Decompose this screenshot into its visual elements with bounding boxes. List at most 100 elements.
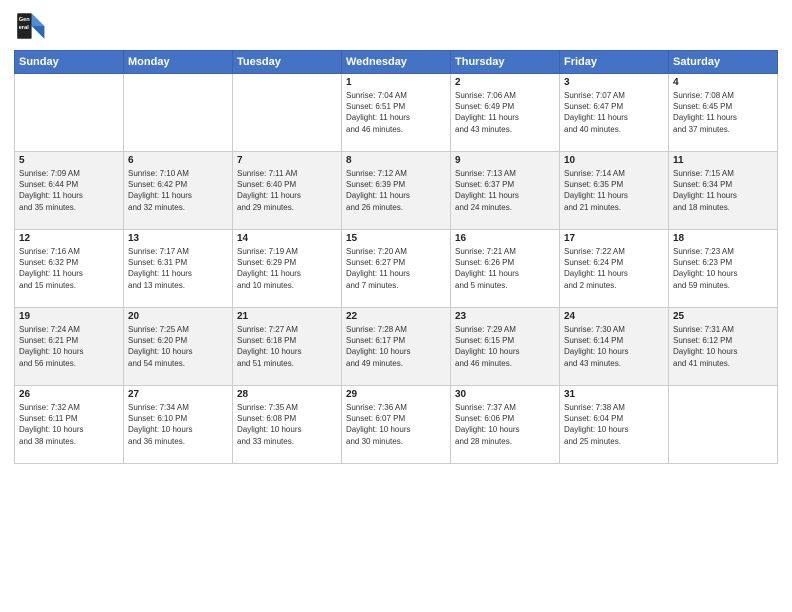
day-number: 5: [19, 155, 119, 166]
day-info: Sunrise: 7:22 AM Sunset: 6:24 PM Dayligh…: [564, 246, 664, 291]
day-info: Sunrise: 7:30 AM Sunset: 6:14 PM Dayligh…: [564, 324, 664, 369]
day-info: Sunrise: 7:28 AM Sunset: 6:17 PM Dayligh…: [346, 324, 446, 369]
day-number: 17: [564, 233, 664, 244]
day-cell: 26Sunrise: 7:32 AM Sunset: 6:11 PM Dayli…: [15, 386, 124, 464]
day-info: Sunrise: 7:11 AM Sunset: 6:40 PM Dayligh…: [237, 168, 337, 213]
day-cell: 8 Sunrise: 7:12 AM Sunset: 6:39 PM Daylig…: [342, 152, 451, 230]
day-cell: 21Sunrise: 7:27 AM Sunset: 6:18 PM Dayli…: [233, 308, 342, 386]
header-cell-tuesday: Tuesday: [233, 51, 342, 74]
day-info: Sunrise: 7:15 AM Sunset: 6:34 PM Dayligh…: [673, 168, 773, 213]
day-number: 22: [346, 311, 446, 322]
day-info: Sunrise: 7:29 AM Sunset: 6:15 PM Dayligh…: [455, 324, 555, 369]
week-row-1: 5 Sunrise: 7:09 AM Sunset: 6:44 PM Daylig…: [15, 152, 778, 230]
day-cell: 6Sunrise: 7:10 AM Sunset: 6:42 PM Daylig…: [124, 152, 233, 230]
week-row-0: 1 Sunrise: 7:04 AM Sunset: 6:51 PM Daylig…: [15, 74, 778, 152]
day-cell: 2 Sunrise: 7:06 AM Sunset: 6:49 PM Daylig…: [451, 74, 560, 152]
day-info: Sunrise: 7:16 AM Sunset: 6:32 PM Dayligh…: [19, 246, 119, 291]
day-cell: 18Sunrise: 7:23 AM Sunset: 6:23 PM Dayli…: [669, 230, 778, 308]
day-info: Sunrise: 7:31 AM Sunset: 6:12 PM Dayligh…: [673, 324, 773, 369]
week-row-4: 26Sunrise: 7:32 AM Sunset: 6:11 PM Dayli…: [15, 386, 778, 464]
day-cell: 7 Sunrise: 7:11 AM Sunset: 6:40 PM Daylig…: [233, 152, 342, 230]
day-cell: 15 Sunrise: 7:20 AM Sunset: 6:27 PM Dayli…: [342, 230, 451, 308]
day-cell: 9Sunrise: 7:13 AM Sunset: 6:37 PM Daylig…: [451, 152, 560, 230]
day-number: 19: [19, 311, 119, 322]
day-number: 12: [19, 233, 119, 244]
day-cell: 19 Sunrise: 7:24 AM Sunset: 6:21 PM Dayli…: [15, 308, 124, 386]
header-cell-monday: Monday: [124, 51, 233, 74]
day-number: 14: [237, 233, 337, 244]
day-info: Sunrise: 7:12 AM Sunset: 6:39 PM Dayligh…: [346, 168, 446, 213]
day-number: 29: [346, 389, 446, 400]
day-cell: 25 Sunrise: 7:31 AM Sunset: 6:12 PM Dayli…: [669, 308, 778, 386]
day-info: Sunrise: 7:14 AM Sunset: 6:35 PM Dayligh…: [564, 168, 664, 213]
calendar-body: 1 Sunrise: 7:04 AM Sunset: 6:51 PM Daylig…: [15, 74, 778, 464]
day-cell: 17 Sunrise: 7:22 AM Sunset: 6:24 PM Dayli…: [560, 230, 669, 308]
day-info: Sunrise: 7:38 AM Sunset: 6:04 PM Dayligh…: [564, 402, 664, 447]
day-cell: [669, 386, 778, 464]
day-number: 31: [564, 389, 664, 400]
day-info: Sunrise: 7:37 AM Sunset: 6:06 PM Dayligh…: [455, 402, 555, 447]
logo-icon: Gen eral: [14, 10, 46, 42]
day-info: Sunrise: 7:17 AM Sunset: 6:31 PM Dayligh…: [128, 246, 228, 291]
day-info: Sunrise: 7:06 AM Sunset: 6:49 PM Dayligh…: [455, 90, 555, 135]
day-cell: 4Sunrise: 7:08 AM Sunset: 6:45 PM Daylig…: [669, 74, 778, 152]
page: Gen eral SundayMondayTuesdayWednesdayThu…: [0, 0, 792, 612]
day-number: 11: [673, 155, 773, 166]
day-cell: 13Sunrise: 7:17 AM Sunset: 6:31 PM Dayli…: [124, 230, 233, 308]
day-info: Sunrise: 7:35 AM Sunset: 6:08 PM Dayligh…: [237, 402, 337, 447]
day-info: Sunrise: 7:07 AM Sunset: 6:47 PM Dayligh…: [564, 90, 664, 135]
svg-text:eral: eral: [19, 25, 29, 31]
header-cell-thursday: Thursday: [451, 51, 560, 74]
day-cell: 22 Sunrise: 7:28 AM Sunset: 6:17 PM Dayli…: [342, 308, 451, 386]
day-cell: 29 Sunrise: 7:36 AM Sunset: 6:07 PM Dayli…: [342, 386, 451, 464]
day-cell: 27 Sunrise: 7:34 AM Sunset: 6:10 PM Dayli…: [124, 386, 233, 464]
day-info: Sunrise: 7:20 AM Sunset: 6:27 PM Dayligh…: [346, 246, 446, 291]
day-cell: 23 Sunrise: 7:29 AM Sunset: 6:15 PM Dayli…: [451, 308, 560, 386]
header-cell-saturday: Saturday: [669, 51, 778, 74]
day-number: 6: [128, 155, 228, 166]
svg-text:Gen: Gen: [19, 17, 30, 23]
day-cell: 1 Sunrise: 7:04 AM Sunset: 6:51 PM Daylig…: [342, 74, 451, 152]
day-number: 8: [346, 155, 446, 166]
day-info: Sunrise: 7:04 AM Sunset: 6:51 PM Dayligh…: [346, 90, 446, 135]
day-cell: [15, 74, 124, 152]
day-number: 18: [673, 233, 773, 244]
day-number: 20: [128, 311, 228, 322]
day-info: Sunrise: 7:25 AM Sunset: 6:20 PM Dayligh…: [128, 324, 228, 369]
day-info: Sunrise: 7:09 AM Sunset: 6:44 PM Dayligh…: [19, 168, 119, 213]
day-number: 23: [455, 311, 555, 322]
calendar-table: SundayMondayTuesdayWednesdayThursdayFrid…: [14, 50, 778, 464]
day-info: Sunrise: 7:24 AM Sunset: 6:21 PM Dayligh…: [19, 324, 119, 369]
header-row: SundayMondayTuesdayWednesdayThursdayFrid…: [15, 51, 778, 74]
day-number: 4: [673, 77, 773, 88]
day-cell: 31 Sunrise: 7:38 AM Sunset: 6:04 PM Dayli…: [560, 386, 669, 464]
day-cell: [233, 74, 342, 152]
day-number: 15: [346, 233, 446, 244]
header: Gen eral: [14, 10, 778, 42]
day-cell: 20 Sunrise: 7:25 AM Sunset: 6:20 PM Dayli…: [124, 308, 233, 386]
day-number: 1: [346, 77, 446, 88]
header-cell-friday: Friday: [560, 51, 669, 74]
day-cell: [124, 74, 233, 152]
day-number: 27: [128, 389, 228, 400]
day-number: 2: [455, 77, 555, 88]
day-number: 25: [673, 311, 773, 322]
calendar-header: SundayMondayTuesdayWednesdayThursdayFrid…: [15, 51, 778, 74]
day-cell: 3Sunrise: 7:07 AM Sunset: 6:47 PM Daylig…: [560, 74, 669, 152]
day-info: Sunrise: 7:36 AM Sunset: 6:07 PM Dayligh…: [346, 402, 446, 447]
day-info: Sunrise: 7:19 AM Sunset: 6:29 PM Dayligh…: [237, 246, 337, 291]
day-cell: 28Sunrise: 7:35 AM Sunset: 6:08 PM Dayli…: [233, 386, 342, 464]
day-number: 24: [564, 311, 664, 322]
day-number: 21: [237, 311, 337, 322]
day-cell: 16 Sunrise: 7:21 AM Sunset: 6:26 PM Dayli…: [451, 230, 560, 308]
day-number: 16: [455, 233, 555, 244]
day-cell: 10 Sunrise: 7:14 AM Sunset: 6:35 PM Dayli…: [560, 152, 669, 230]
day-number: 7: [237, 155, 337, 166]
day-info: Sunrise: 7:21 AM Sunset: 6:26 PM Dayligh…: [455, 246, 555, 291]
day-cell: 14 Sunrise: 7:19 AM Sunset: 6:29 PM Dayli…: [233, 230, 342, 308]
day-cell: 30Sunrise: 7:37 AM Sunset: 6:06 PM Dayli…: [451, 386, 560, 464]
week-row-3: 19 Sunrise: 7:24 AM Sunset: 6:21 PM Dayli…: [15, 308, 778, 386]
day-number: 10: [564, 155, 664, 166]
day-info: Sunrise: 7:34 AM Sunset: 6:10 PM Dayligh…: [128, 402, 228, 447]
logo: Gen eral: [14, 10, 50, 42]
